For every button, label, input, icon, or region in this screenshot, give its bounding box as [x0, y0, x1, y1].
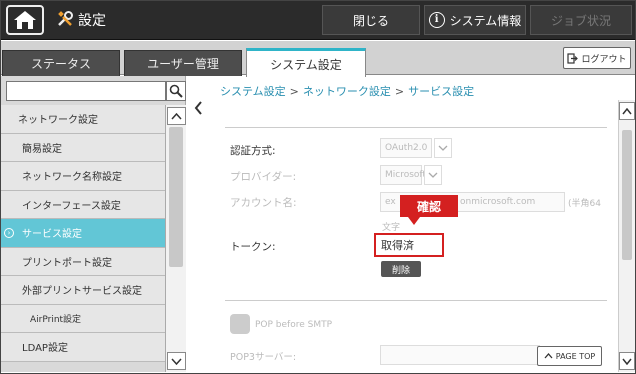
sidebar-item-ldap[interactable]: LDAP設定	[0, 333, 165, 362]
info-icon: i	[428, 12, 445, 28]
scroll-down-button[interactable]	[167, 352, 186, 370]
scroll-up-button[interactable]	[167, 107, 186, 125]
callout-pointer	[408, 217, 420, 225]
sidebar-scrollbar[interactable]	[165, 105, 186, 372]
provider-select[interactable]: Microsoft	[380, 165, 426, 185]
system-info-button[interactable]: i システム情報	[424, 5, 526, 35]
provider-dropdown[interactable]	[424, 165, 442, 185]
breadcrumb-service-settings: サービス設定	[408, 85, 475, 98]
main-scrollbar[interactable]	[618, 100, 635, 372]
settings-tools-icon	[58, 11, 73, 26]
sidebar-scroll-thumb[interactable]	[169, 127, 183, 267]
app-title: 設定	[78, 13, 106, 29]
home-icon	[14, 11, 36, 29]
chevron-down-icon	[171, 357, 182, 365]
chevron-down-icon	[438, 145, 448, 151]
chevron-up-icon	[622, 107, 632, 114]
account-name-value-end: onmicrosoft.com	[460, 197, 536, 207]
close-button[interactable]: 閉じる	[322, 5, 420, 35]
page-top-button[interactable]: PAGE TOP	[537, 346, 602, 366]
system-info-label: システム情報	[449, 13, 522, 28]
account-name-label: アカウント名:	[230, 197, 297, 209]
chevron-up-icon	[171, 112, 182, 120]
sidebar-item-label: サービス設定	[22, 229, 82, 241]
main-scroll-thumb[interactable]	[622, 130, 632, 260]
logout-label: ログアウト	[581, 54, 627, 65]
settings-panel: 認証方式: OAuth2.0 プロバイダー: Microsoft アカウント名:…	[213, 100, 619, 372]
search-input[interactable]	[6, 81, 166, 101]
scroll-down-button[interactable]	[619, 352, 635, 370]
breadcrumb: システム設定 > ネットワーク設定 > サービス設定	[220, 83, 474, 99]
top-bar: 設定 閉じる i システム情報 ジョブ状況	[0, 0, 636, 40]
sidebar-item-service-settings[interactable]: › サービス設定	[0, 219, 165, 248]
scroll-up-button[interactable]	[619, 102, 635, 120]
pop-before-smtp-label: POP before SMTP	[255, 320, 333, 330]
collapse-sidebar-button[interactable]	[191, 98, 205, 118]
tab-system-settings[interactable]: システム設定	[246, 48, 366, 77]
breadcrumb-system-settings[interactable]: システム設定	[220, 85, 286, 98]
token-label: トークン:	[230, 241, 276, 253]
sidebar: ネットワーク設定 簡易設定 ネットワーク名称設定 インターフェース設定 › サー…	[0, 76, 186, 372]
pop3-server-field[interactable]	[380, 345, 540, 365]
auth-method-dropdown[interactable]	[434, 138, 452, 158]
page-top-label: PAGE TOP	[555, 351, 596, 361]
tab-strip: ステータス ユーザー管理 システム設定 ログアウト	[0, 41, 636, 77]
confirm-callout: 確認	[400, 195, 458, 217]
pop-before-smtp-checkbox[interactable]	[230, 314, 250, 334]
chevron-down-icon	[622, 358, 632, 365]
chevron-left-icon	[194, 101, 202, 115]
account-name-hint: (半角64	[568, 199, 601, 209]
logout-button[interactable]: ログアウト	[563, 47, 631, 69]
sidebar-item-easy-settings[interactable]: 簡易設定	[0, 133, 165, 162]
home-button[interactable]	[6, 5, 44, 35]
sidebar-item-network-name[interactable]: ネットワーク名称設定	[0, 162, 165, 191]
divider	[225, 300, 607, 301]
provider-label: プロバイダー:	[230, 171, 297, 183]
auth-method-select[interactable]: OAuth2.0	[380, 138, 432, 158]
sidebar-item-airprint[interactable]: AirPrint設定	[0, 304, 165, 333]
pop3-server-label: POP3サーバー:	[230, 352, 297, 363]
sidebar-item-interface[interactable]: インターフェース設定	[0, 190, 165, 219]
job-status-button[interactable]: ジョブ状況	[530, 5, 632, 35]
logout-icon	[567, 52, 579, 64]
search-button[interactable]	[166, 81, 186, 101]
chevron-right-icon: ›	[4, 228, 14, 238]
sidebar-item-external-print[interactable]: 外部プリントサービス設定	[0, 276, 165, 305]
search-icon	[169, 84, 183, 98]
chevron-up-icon	[544, 353, 553, 359]
auth-method-label: 認証方式:	[230, 145, 276, 157]
divider	[225, 127, 607, 128]
sidebar-item-network-settings[interactable]: ネットワーク設定	[0, 105, 165, 134]
account-name-value-start: ex	[385, 197, 396, 207]
breadcrumb-separator: >	[394, 85, 405, 98]
delete-token-button[interactable]: 削除	[381, 261, 421, 277]
token-status: 取得済	[374, 233, 444, 257]
sidebar-menu: ネットワーク設定 簡易設定 ネットワーク名称設定 インターフェース設定 › サー…	[0, 105, 165, 372]
tab-user-management[interactable]: ユーザー管理	[124, 50, 242, 76]
breadcrumb-separator: >	[289, 85, 299, 98]
chevron-down-icon	[428, 172, 438, 178]
breadcrumb-network-settings[interactable]: ネットワーク設定	[303, 85, 391, 98]
sidebar-item-print-port[interactable]: プリントポート設定	[0, 247, 165, 276]
tab-status[interactable]: ステータス	[2, 50, 120, 76]
account-name-hint-2: 文字	[382, 223, 401, 233]
